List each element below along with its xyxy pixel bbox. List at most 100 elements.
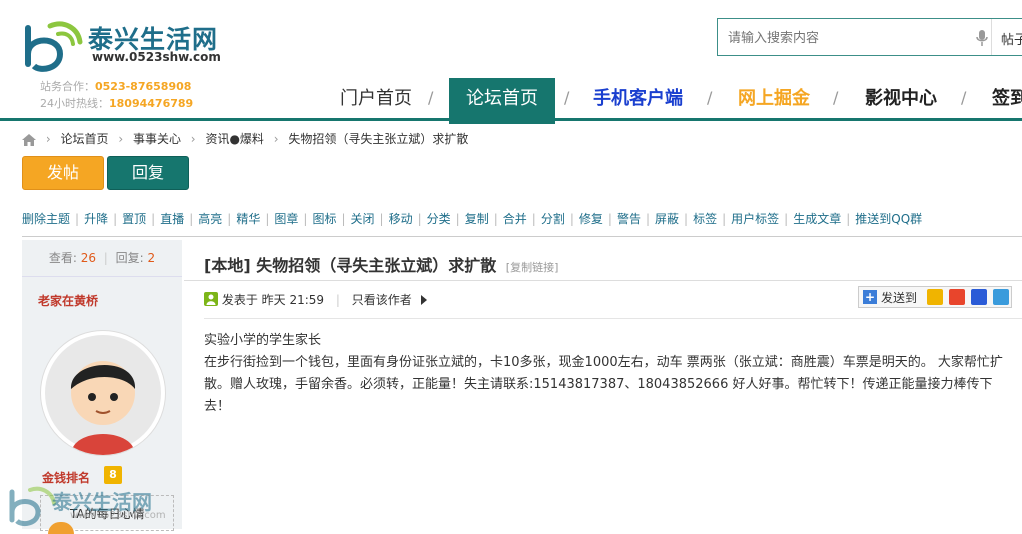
toolbar-separator: |: [113, 212, 118, 226]
toolbar-separator: |: [645, 212, 650, 226]
toolbar-separator: |: [341, 212, 346, 226]
author-only-link[interactable]: 只看该作者: [352, 293, 412, 307]
admin-action-0[interactable]: 删除主题: [22, 210, 70, 228]
baidu-paw-icon[interactable]: [971, 289, 987, 305]
toolbar-separator: |: [846, 212, 851, 226]
online-status-icon: [204, 292, 218, 306]
admin-action-13[interactable]: 分割: [541, 210, 565, 228]
nav-online-earn[interactable]: 网上掘金: [738, 78, 810, 120]
toolbar-separator: |: [379, 212, 384, 226]
posted-time: 昨天 21:59: [261, 293, 325, 307]
admin-toolbar: 删除主题 | 升降 | 置顶 | 直播 | 高亮 | 精华 | 图章 | 图标 | 关闭 | 移动 | 分类 | 复制 | 合并…: [22, 210, 922, 228]
qzone-icon[interactable]: [927, 289, 943, 305]
chevron-right-icon: ›: [45, 132, 51, 146]
nav-separator: /: [833, 88, 839, 107]
contact-info: 站务合作：0523-87658908 24小时热线：18094476789: [40, 78, 193, 112]
meta-separator: |: [335, 293, 340, 307]
chevron-right-icon: ›: [118, 132, 124, 146]
admin-action-3[interactable]: 直播: [160, 210, 184, 228]
toolbar-separator: |: [607, 212, 612, 226]
admin-action-4[interactable]: 高亮: [198, 210, 222, 228]
nav-underline: [0, 118, 1022, 121]
divider: [204, 318, 1022, 319]
contact-label-2: 24小时热线：: [40, 97, 109, 110]
share-label[interactable]: 发送到: [881, 289, 917, 306]
admin-action-20[interactable]: 推送到QQ群: [855, 210, 922, 228]
search-type-select[interactable]: 帖子: [1001, 29, 1022, 48]
toolbar-separator: |: [265, 212, 270, 226]
share-plus-icon[interactable]: +: [863, 290, 877, 304]
toolbar-separator: |: [303, 212, 308, 226]
admin-action-11[interactable]: 复制: [465, 210, 489, 228]
chevron-right-icon: ›: [273, 132, 279, 146]
post-line-1: 实验小学的学生家长: [204, 333, 322, 348]
admin-action-6[interactable]: 图章: [274, 210, 298, 228]
nav-checkin[interactable]: 签到: [992, 78, 1022, 120]
admin-action-16[interactable]: 屏蔽: [655, 210, 679, 228]
divider: [22, 236, 1022, 237]
breadcrumb: › 论坛首页 › 事事关心 › 资讯●爆料 › 失物招领（寻失主张立斌）求扩散: [22, 128, 468, 150]
post-line-2: 在步行街捡到一个钱包，里面有身份证张立斌的，卡10多张，现金1000左右，动车 …: [204, 355, 1003, 414]
admin-action-19[interactable]: 生成文章: [793, 210, 841, 228]
replies-label: 回复:: [115, 251, 144, 265]
stats-separator: |: [103, 251, 108, 265]
author-name[interactable]: 老家在黄桥: [38, 292, 98, 309]
post-button[interactable]: 发帖: [22, 156, 104, 190]
admin-action-7[interactable]: 图标: [312, 210, 336, 228]
toolbar-separator: |: [569, 212, 574, 226]
breadcrumb-forum-home[interactable]: 论坛首页: [60, 132, 108, 146]
breadcrumb-category[interactable]: 事事关心: [133, 132, 181, 146]
thread-title-text: [本地] 失物招领（寻失主张立斌）求扩散: [204, 256, 497, 275]
breadcrumb-board[interactable]: 资讯●爆料: [205, 132, 263, 146]
contact-number-2: 18094476789: [109, 97, 194, 110]
toolbar-separator: |: [493, 212, 498, 226]
toolbar-separator: |: [417, 212, 422, 226]
share-bar: + 发送到: [858, 286, 1012, 308]
admin-action-17[interactable]: 标签: [693, 210, 717, 228]
toolbar-separator: |: [784, 212, 789, 226]
toolbar-separator: |: [227, 212, 232, 226]
admin-action-12[interactable]: 合并: [503, 210, 527, 228]
nav-separator: /: [428, 88, 434, 107]
toolbar-separator: |: [189, 212, 194, 226]
search-input[interactable]: [726, 27, 970, 49]
toolbar-separator: |: [531, 212, 536, 226]
search-box: 帖子: [717, 18, 1022, 56]
breadcrumb-current: 失物招领（寻失主张立斌）求扩散: [288, 132, 469, 146]
admin-action-18[interactable]: 用户标签: [731, 210, 779, 228]
divider: [184, 280, 1022, 281]
nav-video-center[interactable]: 影视中心: [865, 78, 937, 120]
post-meta: 发表于 昨天 21:59 | 只看该作者: [204, 291, 428, 309]
copy-link[interactable]: [复制链接]: [506, 261, 559, 274]
avatar[interactable]: [40, 330, 166, 456]
caret-right-icon: [420, 295, 427, 305]
admin-action-1[interactable]: 升降: [84, 210, 108, 228]
admin-action-5[interactable]: 精华: [236, 210, 260, 228]
weibo-icon[interactable]: [949, 289, 965, 305]
watermark-url: www.0523shw.com: [70, 510, 166, 521]
search-divider: [991, 19, 992, 55]
logo-url: www.0523shw.com: [92, 50, 221, 64]
microphone-icon[interactable]: [974, 29, 990, 47]
admin-action-10[interactable]: 分类: [427, 210, 451, 228]
site-header: 泰兴生活网 www.0523shw.com 站务合作：0523-87658908…: [0, 0, 1022, 124]
nav-portal-home[interactable]: 门户首页: [340, 78, 412, 120]
chevron-right-icon: ›: [190, 132, 196, 146]
home-icon[interactable]: [22, 133, 36, 146]
admin-action-14[interactable]: 修复: [579, 210, 603, 228]
contact-number-1: 0523-87658908: [95, 80, 192, 93]
tencent-weibo-icon[interactable]: [993, 289, 1009, 305]
toolbar-separator: |: [151, 212, 156, 226]
views-label: 查看:: [48, 251, 77, 265]
admin-action-8[interactable]: 关闭: [351, 210, 375, 228]
admin-action-2[interactable]: 置顶: [122, 210, 146, 228]
admin-action-15[interactable]: 警告: [617, 210, 641, 228]
thread-stats: 查看: 26 | 回复: 2: [22, 240, 182, 277]
replies-count: 2: [147, 251, 156, 265]
reply-button[interactable]: 回复: [107, 156, 189, 190]
nav-separator: /: [707, 88, 713, 107]
nav-mobile-client[interactable]: 手机客户端: [593, 78, 683, 120]
admin-action-9[interactable]: 移动: [389, 210, 413, 228]
contact-label-1: 站务合作：: [40, 80, 95, 93]
toolbar-separator: |: [684, 212, 689, 226]
